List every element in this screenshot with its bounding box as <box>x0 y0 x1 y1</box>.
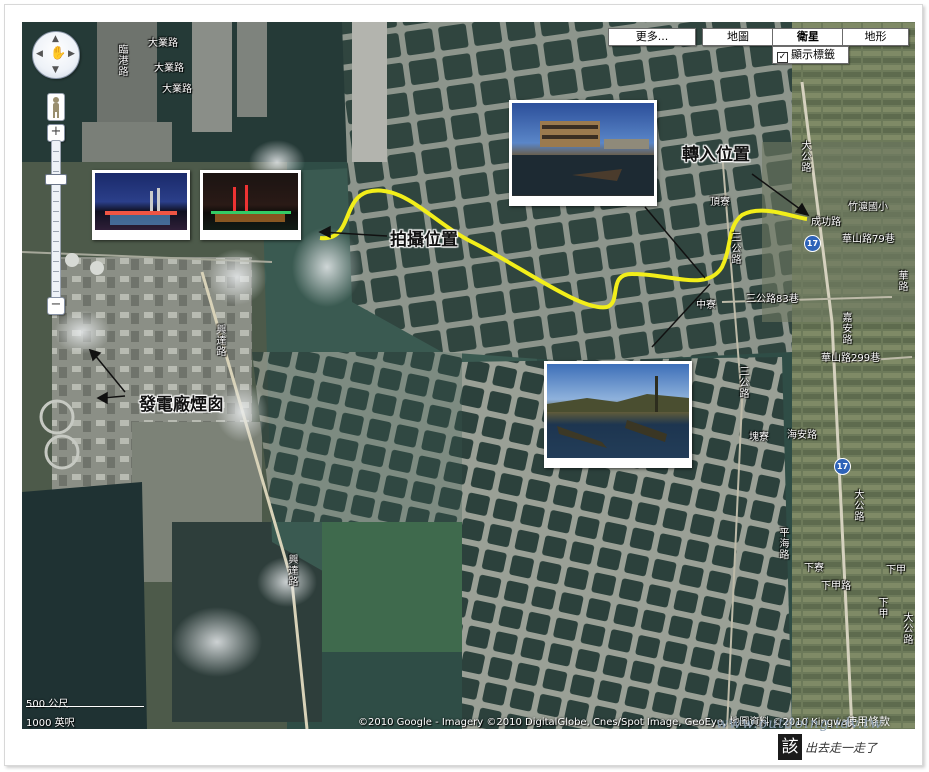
watermark-url: www.outdoing.idv.tw <box>716 716 883 732</box>
photo-night-plant-green[interactable] <box>200 170 301 240</box>
village-label: 頂寮 <box>710 197 730 208</box>
road-label: 臨港路 <box>116 44 127 77</box>
road-label: 大業路 <box>148 38 178 49</box>
pan-down-icon[interactable]: ▼ <box>52 65 59 75</box>
turn-in-location-label: 轉入位置 <box>682 145 750 165</box>
scale-bar: 500 公尺 1000 英呎 <box>26 695 144 729</box>
route-17-shield-icon: 17 <box>834 458 851 475</box>
pan-up-icon[interactable]: ▲ <box>52 34 59 44</box>
road-label: 三公路83巷 <box>746 294 799 305</box>
plant-chimneys-label: 發電廠煙囪 <box>139 395 224 415</box>
site-logo: 該 <box>778 734 802 760</box>
route-17-shield-icon: 17 <box>804 235 821 252</box>
photo-fishing-hut[interactable] <box>509 100 657 206</box>
village-label: 塊寮 <box>749 432 769 443</box>
road-label: 興達路 <box>286 554 297 587</box>
satellite-imagery <box>22 22 915 729</box>
road-label: 大公路 <box>852 489 863 522</box>
photo-night-plant-blue[interactable] <box>92 170 190 240</box>
map-view-button[interactable]: 地圖 <box>702 28 774 46</box>
road-label: 大業路 <box>154 63 184 74</box>
terrain-view-button[interactable]: 地形 <box>842 28 909 46</box>
village-label: 下甲 <box>886 565 906 576</box>
road-label: 平海路 <box>777 527 788 560</box>
pan-control[interactable]: ▲ ▼ ◀ ▶ ✋ <box>32 31 80 79</box>
zoom-slider-handle[interactable] <box>45 174 67 185</box>
street-view-pegman-icon[interactable] <box>47 93 65 121</box>
zoom-out-button[interactable]: − <box>47 297 65 315</box>
shoot-location-label: 拍攝位置 <box>390 230 458 250</box>
road-label: 嘉安路 <box>840 312 851 345</box>
zoom-slider-track[interactable] <box>51 140 61 302</box>
road-label: 華山路79巷 <box>842 234 895 245</box>
road-label: 三公路 <box>737 366 748 399</box>
scale-imperial: 1000 英呎 <box>26 718 75 729</box>
photo-boats-channel[interactable] <box>544 361 692 468</box>
road-label: 大業路 <box>162 84 192 95</box>
show-labels-toggle[interactable]: ✓ 顯示標籤 <box>772 46 849 64</box>
hand-icon: ✋ <box>50 46 67 61</box>
road-label: 大公路 <box>799 140 810 173</box>
satellite-map[interactable]: ▲ ▼ ◀ ▶ ✋ + − 更多... 地圖 衛星 地形 ✓ 顯示標籤 拍攝位置… <box>22 22 915 729</box>
scale-metric: 500 公尺 <box>26 699 69 710</box>
site-slogan: 出去走一走了 <box>805 741 878 755</box>
road-label: 海安路 <box>787 430 817 441</box>
pan-left-icon[interactable]: ◀ <box>36 49 43 59</box>
road-label: 大公路 <box>901 612 912 645</box>
road-label: 成功路 <box>811 217 841 228</box>
show-labels-text: 顯示標籤 <box>791 48 835 61</box>
road-label: 下甲路 <box>821 581 851 592</box>
checkbox-checked-icon[interactable]: ✓ <box>777 52 788 63</box>
road-label: 下甲 <box>876 597 887 619</box>
village-label: 中寮 <box>696 300 716 311</box>
pan-right-icon[interactable]: ▶ <box>68 49 75 59</box>
road-label: 興達路 <box>214 324 225 357</box>
village-label: 下寮 <box>804 563 824 574</box>
map-frame: ▲ ▼ ◀ ▶ ✋ + − 更多... 地圖 衛星 地形 ✓ 顯示標籤 拍攝位置… <box>4 4 923 766</box>
road-label: 華路 <box>896 270 907 292</box>
more-button[interactable]: 更多... <box>608 28 696 46</box>
road-label: 三公路 <box>729 232 740 265</box>
school-label: 竹滬國小 <box>848 202 888 213</box>
satellite-view-button[interactable]: 衛星 <box>772 28 844 46</box>
road-label: 華山路299巷 <box>821 353 881 364</box>
